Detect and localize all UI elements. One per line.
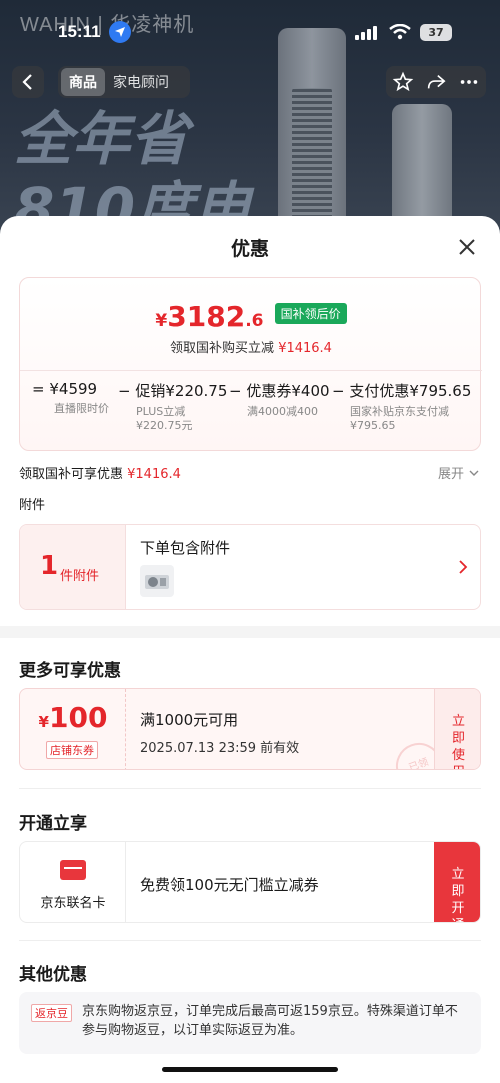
price-formula: = ¥4599 直播限时价 − 促销¥220.75 PLUS立减 ¥220.75元… [32, 380, 472, 440]
subsidy-price-tag: 国补领后价 [274, 303, 347, 324]
final-price: ¥3182.6 国补领后价 [20, 300, 482, 333]
jingdou-offer: 返京豆 京东购物返京豆，订单完成后最高可返159京豆。特殊渠道订单不参与购物返豆… [19, 992, 481, 1054]
divider [20, 370, 482, 371]
formula-item-list-price: = ¥4599 直播限时价 [32, 380, 109, 415]
jingdou-desc: 京东购物返京豆，订单完成后最高可返159京豆。特殊渠道订单不参与购物返豆，以订单… [82, 1004, 458, 1038]
attachment-thumbnail [140, 565, 174, 597]
share-icon[interactable] [425, 71, 447, 93]
store-coupon: ¥100 店铺东券 满1000元可用 2025.07.13 23:59 前有效 … [19, 688, 481, 770]
attachment-section-title: 附件 [19, 498, 46, 513]
signal-icon [355, 26, 377, 40]
more-offers-title: 更多可享优惠 [19, 661, 121, 681]
open-card-button[interactable]: 立即开通 [434, 842, 480, 922]
use-coupon-button[interactable]: 立即使用 [434, 689, 480, 769]
jingdou-badge: 返京豆 [31, 1004, 72, 1022]
price-currency: ¥ [155, 311, 168, 331]
coupon-condition: 满1000元可用 [140, 711, 239, 729]
price-integer: 3182 [167, 300, 246, 333]
tab-consultant[interactable]: 家电顾问 [105, 68, 177, 96]
subsidy-claim-row: 领取国补可享优惠 ¥1416.4 [19, 463, 181, 482]
card-name: 京东联名卡 [40, 896, 106, 911]
battery-icon: 37 [420, 24, 452, 41]
attachment-card[interactable]: 1 件附件 下单包含附件 [19, 524, 481, 610]
claim-amount: ¥1416.4 [127, 467, 181, 482]
formula-item-payment: − 支付优惠¥795.65 国家补贴京东支付减 ¥795.65 [332, 382, 472, 432]
attachment-count-number: 1 [40, 551, 59, 581]
home-indicator[interactable] [162, 1067, 338, 1072]
claim-text: 领取国补可享优惠 [19, 467, 128, 482]
price-subtitle-amount: ¥1416.4 [278, 341, 332, 356]
coupon-currency: ¥ [38, 713, 49, 731]
wifi-icon [389, 24, 411, 40]
price-summary: ¥3182.6 国补领后价 领取国补购买立减 ¥1416.4 = ¥4599 直… [19, 277, 482, 451]
divider [19, 940, 481, 941]
location-icon [109, 21, 131, 43]
air-conditioner-image [278, 28, 346, 238]
star-icon[interactable] [392, 71, 414, 93]
formula-item-coupon: − 优惠券¥400 满4000减400 [229, 382, 330, 418]
coupon-amount: 100 [48, 701, 108, 734]
co-brand-card-offer: 京东联名卡 免费领100元无门槛立减券 立即开通 [19, 841, 481, 923]
price-subtitle-text: 领取国补购买立减 [170, 341, 279, 356]
back-button[interactable] [12, 66, 44, 98]
card-offer-desc: 免费领100元无门槛立减券 [140, 876, 319, 894]
coupon-value: ¥100 店铺东券 [20, 689, 126, 769]
price-decimal: .6 [245, 311, 264, 331]
nav-actions [386, 66, 486, 98]
other-offers-title: 其他优惠 [19, 965, 87, 985]
tab-product[interactable]: 商品 [61, 68, 105, 96]
chevron-right-icon [459, 560, 468, 574]
card-brand: 京东联名卡 [20, 842, 126, 922]
coupon-type-badge: 店铺东券 [46, 741, 98, 759]
attachment-count-unit: 件附件 [60, 569, 100, 584]
chevron-down-icon [469, 470, 479, 476]
nav-tabs: 商品 家电顾问 [58, 66, 190, 98]
chevron-left-icon [22, 74, 32, 90]
more-icon[interactable] [458, 71, 480, 93]
status-bar: 15:11 37 [0, 18, 500, 50]
expand-label: 展开 [438, 467, 465, 482]
attachment-count: 1 件附件 [20, 525, 126, 609]
open-offers-title: 开通立享 [19, 814, 87, 834]
top-nav: 商品 家电顾问 [0, 66, 500, 100]
credit-card-icon [60, 860, 86, 880]
discount-sheet: 优惠 ¥3182.6 国补领后价 领取国补购买立减 ¥1416.4 = ¥459… [0, 216, 500, 1083]
divider [19, 788, 481, 789]
section-gap [0, 626, 500, 638]
coupon-expiry: 2025.07.13 23:59 前有效 [140, 741, 300, 756]
close-icon[interactable] [456, 236, 478, 258]
sheet-title: 优惠 [230, 238, 269, 260]
attachment-title: 下单包含附件 [140, 539, 231, 557]
price-subtitle: 领取国补购买立减 ¥1416.4 [20, 337, 482, 356]
expand-toggle[interactable]: 展开 [438, 463, 480, 482]
formula-item-promotion: − 促销¥220.75 PLUS立减 ¥220.75元 [118, 382, 228, 432]
status-time: 15:11 [58, 22, 101, 41]
